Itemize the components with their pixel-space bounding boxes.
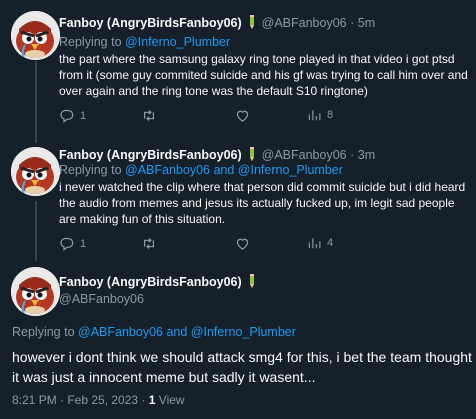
- tweet-meta: 8:21 PM · Feb 25, 2023 · 1 View: [12, 392, 185, 408]
- display-name-text[interactable]: Fanboy (AngryBirdsFanboy06): [59, 275, 242, 289]
- replying-to: Replying to @ABFanboy06 and @Inferno_Plu…: [12, 324, 296, 340]
- reply-to-link[interactable]: @ABFanboy06 and @Inferno_Plumber: [78, 325, 296, 339]
- avatar[interactable]: [11, 267, 60, 316]
- display-name[interactable]: Fanboy (AngryBirdsFanboy06): [59, 274, 258, 292]
- handle[interactable]: @ABFanboy06: [59, 291, 144, 307]
- tweet-text: however i dont think we should attack sm…: [12, 349, 472, 385]
- pencil-emoji-icon: [247, 274, 256, 292]
- views-count: 1: [148, 393, 156, 407]
- timestamp[interactable]: 8:21 PM · Feb 25, 2023 ·: [12, 393, 145, 407]
- replying-to-label: Replying to: [12, 325, 75, 339]
- focused-tweet: Fanboy (AngryBirdsFanboy06) @ABFanboy06 …: [0, 0, 476, 419]
- views-label: View: [158, 393, 185, 407]
